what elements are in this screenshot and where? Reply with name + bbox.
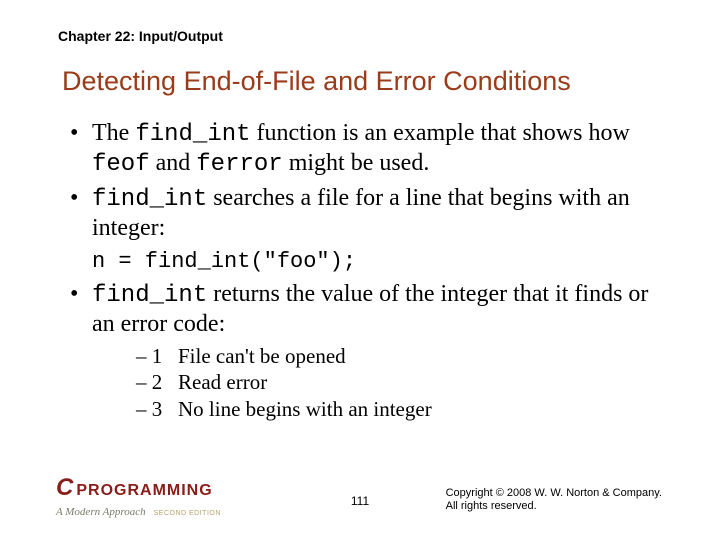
copyright: Copyright © 2008 W. W. Norton & Company.… <box>446 487 662 515</box>
copyright-line1: Copyright © 2008 W. W. Norton & Company. <box>446 487 662 501</box>
slide-title: Detecting End-of-File and Error Conditio… <box>62 66 672 97</box>
error-row: – 3No line begins with an integer <box>136 397 662 423</box>
code-feof: feof <box>92 151 150 178</box>
chapter-label: Chapter 22: Input/Output <box>58 28 672 44</box>
text: and <box>150 150 197 176</box>
error-row: – 2Read error <box>136 370 662 396</box>
bullet-3: find_int returns the value of the intege… <box>70 280 662 422</box>
text: might be used. <box>283 150 430 176</box>
code-find-int: find_int <box>92 282 207 309</box>
error-code-list: – 1File can't be opened – 2Read error – … <box>136 344 662 423</box>
bullet-1: The find_int function is an example that… <box>70 119 662 180</box>
code-ferror: ferror <box>196 151 282 178</box>
slide: Chapter 22: Input/Output Detecting End-o… <box>0 0 720 422</box>
error-code: – 2 <box>136 370 178 396</box>
logo-edition: SECOND EDITION <box>154 510 221 517</box>
code-find-int: find_int <box>135 121 250 148</box>
bullet-2: find_int searches a file for a line that… <box>70 184 662 244</box>
error-row: – 1File can't be opened <box>136 344 662 370</box>
error-code: – 1 <box>136 344 178 370</box>
text: The <box>92 120 135 146</box>
error-desc: Read error <box>178 370 267 394</box>
copyright-line2: All rights reserved. <box>446 500 662 514</box>
bullet-list-2: find_int returns the value of the intege… <box>48 280 672 422</box>
code-find-int: find_int <box>92 186 207 213</box>
text: function is an example that shows how <box>251 120 630 146</box>
error-code: – 3 <box>136 397 178 423</box>
code-example: n = find_int("foo"); <box>92 249 672 274</box>
error-desc: No line begins with an integer <box>178 397 432 421</box>
bullet-list: The find_int function is an example that… <box>48 119 672 243</box>
footer: CPROGRAMMING A Modern Approach SECOND ED… <box>0 476 720 522</box>
error-desc: File can't be opened <box>178 344 346 368</box>
